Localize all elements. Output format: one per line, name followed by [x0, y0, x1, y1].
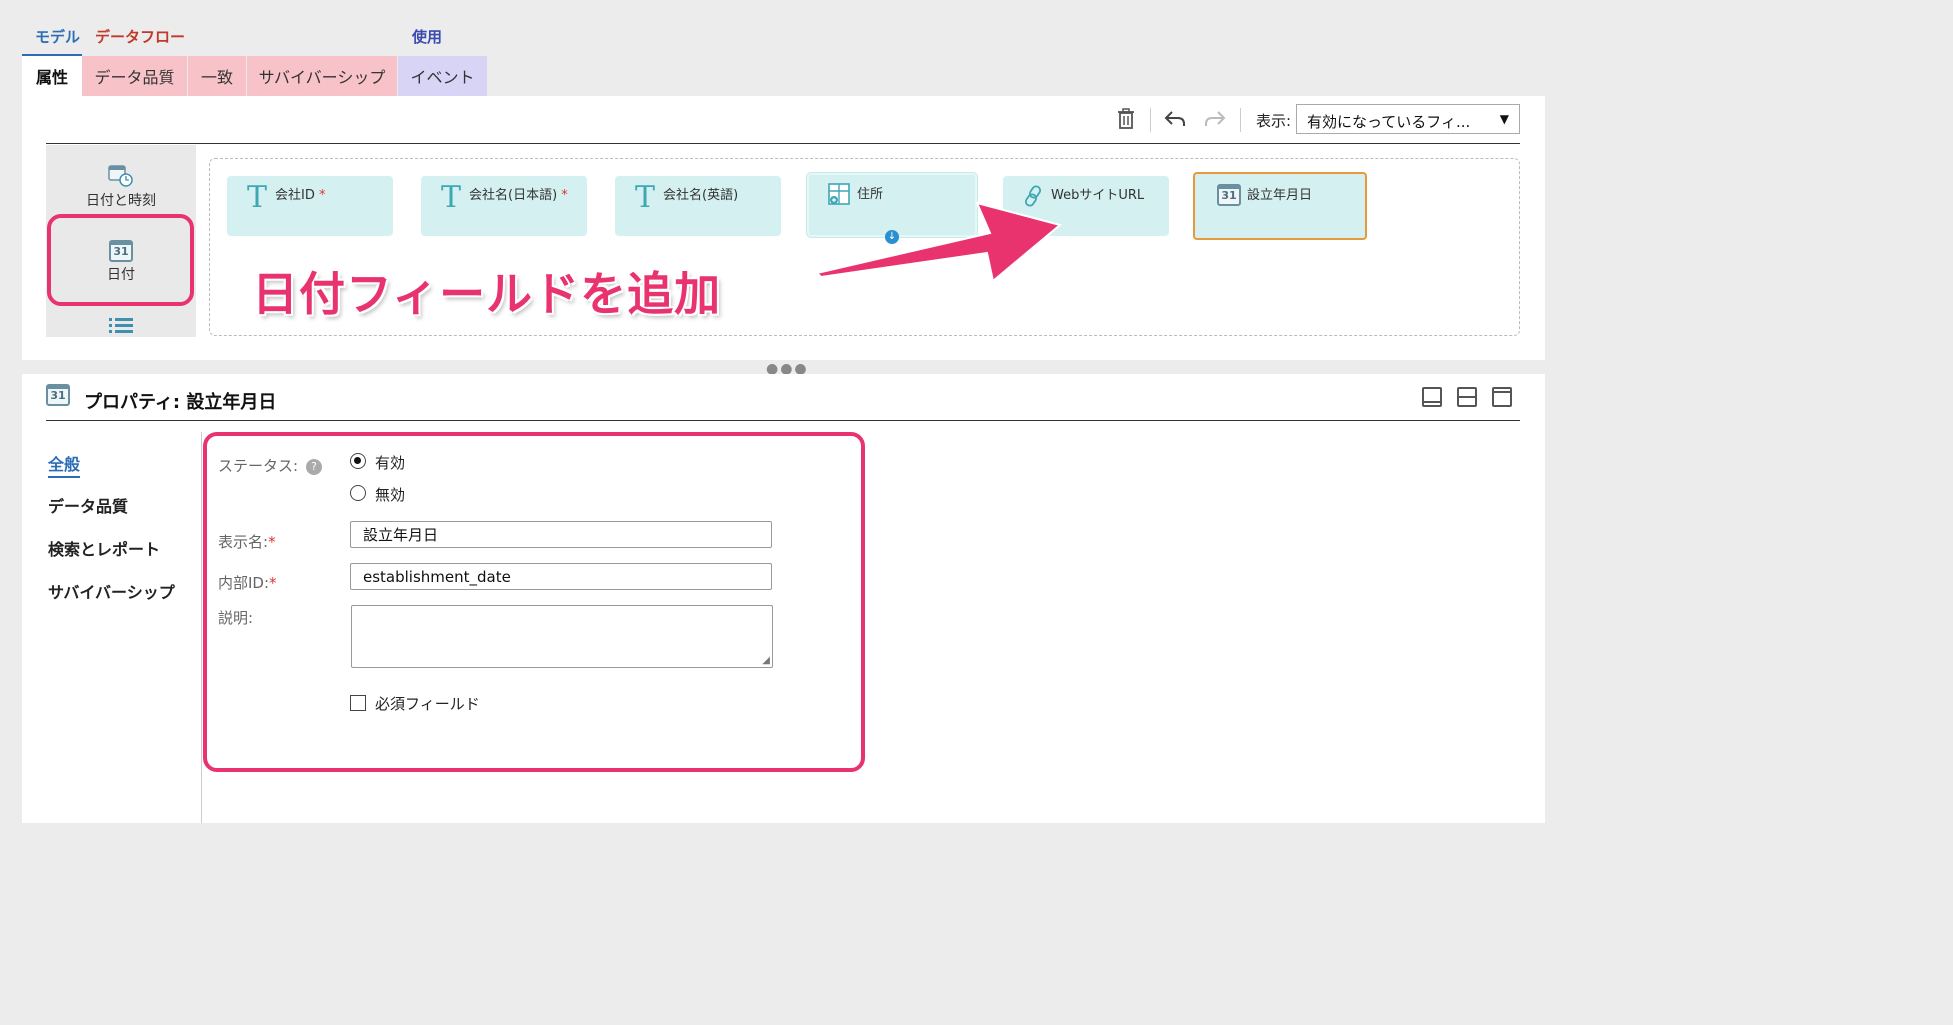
- layout-top-icon[interactable]: [1492, 387, 1512, 407]
- field-label: 会社名(英語): [663, 188, 739, 203]
- field-label: 会社ID: [275, 188, 315, 203]
- required-mark: *: [319, 188, 326, 203]
- redo-icon[interactable]: [1200, 104, 1230, 134]
- annotation-text: 日付フィールドを追加: [252, 267, 722, 321]
- annotation-arrow: [815, 201, 1063, 283]
- properties-title: プロパティ: 設立年月日: [84, 392, 277, 413]
- toolbar-divider-line: [46, 143, 1520, 144]
- tab-attributes[interactable]: 属性: [22, 56, 82, 96]
- caret-down-icon: ▼: [1499, 112, 1509, 126]
- field-card-company-id[interactable]: T 会社ID *: [227, 176, 393, 236]
- text-icon: T: [635, 180, 656, 215]
- display-filter-value: 有効になっているフィ...: [1307, 113, 1471, 131]
- toolbar-divider: [1150, 108, 1151, 132]
- toolbar-divider: [1240, 108, 1241, 132]
- display-filter-label: 表示:: [1256, 112, 1292, 130]
- undo-icon[interactable]: [1160, 104, 1190, 134]
- highlight-box-form: [203, 432, 865, 772]
- category-dataflow[interactable]: データフロー: [95, 26, 185, 47]
- field-card-company-name-en[interactable]: T 会社名(英語): [615, 176, 781, 236]
- required-mark: *: [561, 188, 568, 203]
- calendar-icon: 31: [1217, 184, 1241, 206]
- field-card-company-name-ja[interactable]: T 会社名(日本語) *: [421, 176, 587, 236]
- nav-survivorship[interactable]: サバイバーシップ: [48, 579, 175, 603]
- tab-match[interactable]: 一致: [188, 56, 246, 96]
- field-label: 会社名(日本語): [469, 188, 558, 203]
- field-card-establishment-date[interactable]: 31 設立年月日: [1193, 172, 1367, 240]
- text-icon: T: [247, 180, 268, 215]
- nav-search-report[interactable]: 検索とレポート: [48, 536, 160, 560]
- text-icon: T: [441, 180, 462, 215]
- layout-bottom-icon[interactable]: [1422, 387, 1442, 407]
- trash-icon[interactable]: [1111, 104, 1141, 134]
- content-divider: [201, 432, 202, 823]
- category-usage[interactable]: 使用: [412, 26, 442, 47]
- nav-data-quality[interactable]: データ品質: [48, 493, 128, 517]
- category-model[interactable]: モデル: [35, 26, 80, 47]
- tab-data-quality[interactable]: データ品質: [82, 56, 187, 96]
- tab-survivorship[interactable]: サバイバーシップ: [247, 56, 397, 96]
- palette-item-label: 日付と時刻: [86, 193, 156, 209]
- highlight-box-date: [47, 214, 194, 306]
- list-icon[interactable]: [46, 316, 196, 338]
- layout-split-icon[interactable]: [1457, 387, 1477, 407]
- palette-item-datetime[interactable]: 日付と時刻: [46, 164, 196, 210]
- calendar-icon: 31: [46, 384, 70, 406]
- nav-general[interactable]: 全般: [48, 451, 81, 478]
- tab-event[interactable]: イベント: [398, 56, 487, 96]
- field-label: 設立年月日: [1247, 188, 1313, 203]
- properties-divider: [46, 420, 1520, 421]
- datetime-icon: [46, 164, 196, 188]
- display-filter-select[interactable]: 有効になっているフィ... ▼: [1296, 104, 1520, 134]
